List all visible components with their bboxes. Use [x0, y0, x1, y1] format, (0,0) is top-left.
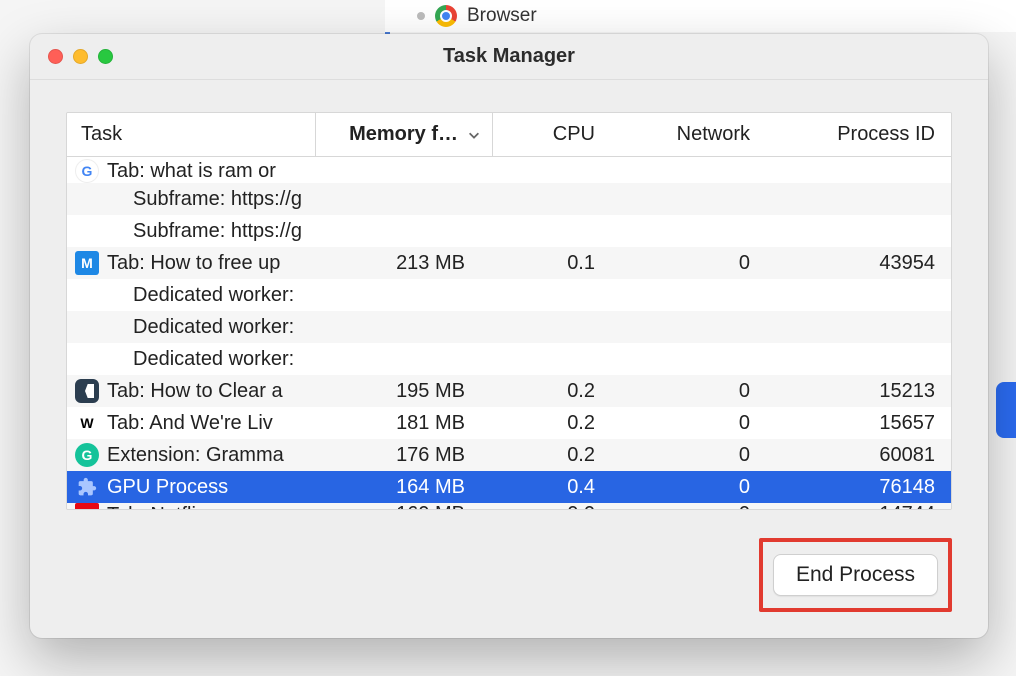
cell-memory: 164 MB: [315, 476, 493, 499]
traffic-lights: [48, 49, 113, 64]
bg-partial-button: [996, 382, 1016, 438]
cell-task: Dedicated worker:: [67, 316, 315, 339]
task-manager-window: Task Manager Task Memory f… CPU Network …: [30, 34, 988, 638]
titlebar: Task Manager: [30, 34, 988, 80]
cell-network: 0: [605, 380, 760, 403]
cell-pid: 60081: [760, 444, 951, 467]
chevron-down-icon: [466, 127, 482, 143]
site-m-icon: M: [75, 251, 99, 275]
site-w-icon: W: [75, 411, 99, 435]
cell-cpu: 0.2: [493, 444, 605, 467]
zoom-window-button[interactable]: [98, 49, 113, 64]
cell-memory: 195 MB: [315, 380, 493, 403]
cell-network: 0: [605, 503, 760, 509]
netflix-icon: N: [75, 503, 99, 509]
cell-cpu: 0.4: [493, 476, 605, 499]
table-row[interactable]: M Tab: How to free up 213 MB0.1043954: [67, 247, 951, 279]
cell-task: G Extension: Gramma: [67, 443, 315, 467]
extension-puzzle-icon: [75, 475, 99, 499]
cell-memory: 176 MB: [315, 444, 493, 467]
cell-pid: 14744: [760, 503, 951, 509]
end-process-button[interactable]: End Process: [773, 554, 938, 596]
table-row[interactable]: G Tab: what is ram or: [67, 157, 951, 183]
bullet-icon: [417, 12, 425, 20]
cell-task: W Tab: And We're Liv: [67, 411, 315, 435]
clear-icon: [75, 379, 99, 403]
cell-cpu: 0.0: [493, 503, 605, 509]
cell-task: GPU Process: [67, 475, 315, 499]
table-row[interactable]: G Extension: Gramma 176 MB0.2060081: [67, 439, 951, 471]
table-row[interactable]: GPU Process 164 MB0.4076148: [67, 471, 951, 503]
task-name: Tab: And We're Liv: [107, 412, 273, 435]
window-title: Task Manager: [443, 45, 575, 68]
cell-pid: 15657: [760, 412, 951, 435]
cell-cpu: 0.2: [493, 380, 605, 403]
google-icon: G: [75, 159, 99, 183]
table-row[interactable]: Subframe: https://g: [67, 183, 951, 215]
column-header-memory[interactable]: Memory f…: [315, 113, 493, 156]
background-browser-row: Browser: [385, 0, 1016, 32]
task-name: Tab: Netfli: [107, 504, 196, 510]
grammarly-icon: G: [75, 443, 99, 467]
cell-network: 0: [605, 476, 760, 499]
task-name: Tab: what is ram or: [107, 160, 276, 183]
cell-task: M Tab: How to free up: [67, 251, 315, 275]
table-row[interactable]: Dedicated worker:: [67, 311, 951, 343]
content-area: Task Memory f… CPU Network Process ID GT…: [30, 80, 988, 638]
cell-task: Subframe: https://g: [67, 188, 315, 211]
cell-cpu: 0.2: [493, 412, 605, 435]
task-name: Extension: Gramma: [107, 444, 284, 467]
table-body: G Tab: what is ram or Subframe: https://g S…: [67, 157, 951, 509]
column-header-pid[interactable]: Process ID: [760, 123, 951, 146]
cell-task: Tab: How to Clear a: [67, 379, 315, 403]
process-table: Task Memory f… CPU Network Process ID GT…: [66, 112, 952, 510]
cell-memory: 160 MB: [315, 503, 493, 509]
cell-task: Dedicated worker:: [67, 284, 315, 307]
column-header-memory-label: Memory f…: [349, 123, 458, 146]
column-header-task[interactable]: Task: [67, 123, 315, 146]
task-name: Subframe: https://g: [133, 220, 302, 243]
cell-cpu: 0.1: [493, 252, 605, 275]
table-row[interactable]: Tab: How to Clear a 195 MB0.2015213: [67, 375, 951, 407]
cell-pid: 15213: [760, 380, 951, 403]
close-window-button[interactable]: [48, 49, 63, 64]
task-name: Dedicated worker:: [133, 284, 294, 307]
column-header-network[interactable]: Network: [605, 123, 760, 146]
highlight-annotation: End Process: [759, 538, 952, 612]
task-name: Subframe: https://g: [133, 188, 302, 211]
table-row[interactable]: Subframe: https://g: [67, 215, 951, 247]
cell-network: 0: [605, 412, 760, 435]
task-name: Dedicated worker:: [133, 316, 294, 339]
cell-memory: 213 MB: [315, 252, 493, 275]
cell-memory: 181 MB: [315, 412, 493, 435]
cell-pid: 76148: [760, 476, 951, 499]
cell-pid: 43954: [760, 252, 951, 275]
cell-network: 0: [605, 252, 760, 275]
table-header: Task Memory f… CPU Network Process ID: [67, 113, 951, 157]
cell-task: N Tab: Netfli: [67, 503, 315, 509]
table-row[interactable]: Dedicated worker:: [67, 279, 951, 311]
table-row[interactable]: N Tab: Netfli 160 MB0.0014744: [67, 503, 951, 509]
cell-task: G Tab: what is ram or: [67, 159, 315, 183]
minimize-window-button[interactable]: [73, 49, 88, 64]
cell-task: Dedicated worker:: [67, 348, 315, 371]
footer: End Process: [66, 522, 952, 612]
task-name: Tab: How to Clear a: [107, 380, 283, 403]
chrome-icon: [435, 5, 457, 27]
task-name: Tab: How to free up: [107, 252, 280, 275]
table-row[interactable]: Dedicated worker:: [67, 343, 951, 375]
cell-network: 0: [605, 444, 760, 467]
task-name: Dedicated worker:: [133, 348, 294, 371]
background-browser-label: Browser: [467, 5, 537, 27]
task-name: GPU Process: [107, 476, 228, 499]
cell-task: Subframe: https://g: [67, 220, 315, 243]
column-header-cpu[interactable]: CPU: [493, 123, 605, 146]
table-row[interactable]: W Tab: And We're Liv 181 MB0.2015657: [67, 407, 951, 439]
